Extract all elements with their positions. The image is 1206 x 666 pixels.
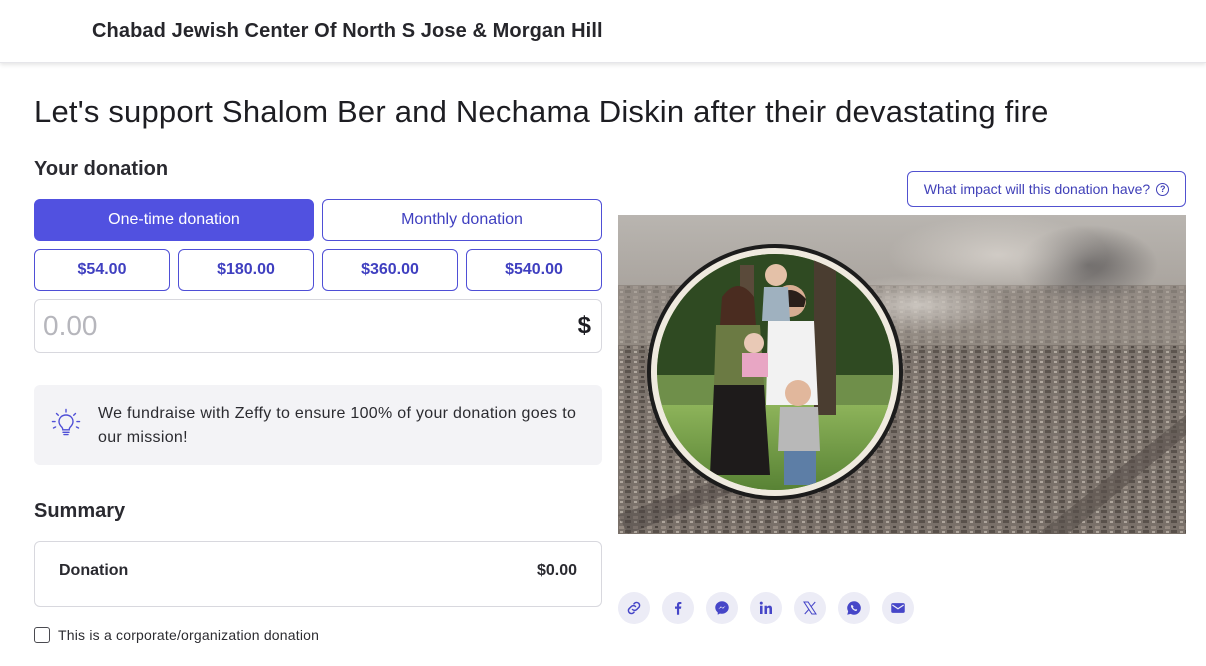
amount-option-button[interactable]: $180.00 <box>178 249 314 291</box>
one-time-donation-tab[interactable]: One-time donation <box>34 199 314 241</box>
zeffy-info-text: We fundraise with Zeffy to ensure 100% o… <box>98 405 577 446</box>
corporate-donation-checkbox[interactable] <box>34 627 50 643</box>
share-facebook-button[interactable] <box>662 592 694 624</box>
summary-heading: Summary <box>34 500 126 522</box>
amount-option-button[interactable]: $540.00 <box>466 249 602 291</box>
campaign-image <box>618 215 1186 534</box>
donation-heading: Your donation <box>34 158 169 180</box>
custom-amount-input[interactable] <box>43 306 543 346</box>
organization-name[interactable]: Chabad Jewish Center Of North S Jose & M… <box>92 20 603 43</box>
monthly-donation-tab[interactable]: Monthly donation <box>322 199 602 241</box>
messenger-icon <box>715 601 729 615</box>
amount-option-button[interactable]: $360.00 <box>322 249 458 291</box>
page-title: Let's support Shalom Ber and Nechama Dis… <box>34 94 1049 129</box>
email-icon <box>891 603 905 613</box>
whatsapp-icon <box>847 601 861 615</box>
linkedin-icon <box>759 601 772 614</box>
share-messenger-button[interactable] <box>706 592 738 624</box>
currency-symbol: $ <box>577 312 591 339</box>
custom-amount-field: $ <box>34 299 602 353</box>
summary-donation-value: $0.00 <box>536 562 577 579</box>
top-bar: Chabad Jewish Center Of North S Jose & M… <box>0 0 1206 63</box>
impact-info-button[interactable]: What impact will this donation have? ? <box>907 171 1186 207</box>
corporate-donation-row[interactable]: This is a corporate/organization donatio… <box>34 626 319 644</box>
lightbulb-icon <box>51 408 81 436</box>
share-linkedin-button[interactable] <box>750 592 782 624</box>
zeffy-info-box: We fundraise with Zeffy to ensure 100% o… <box>34 385 602 465</box>
facebook-icon <box>675 602 682 615</box>
amount-option-button[interactable]: $54.00 <box>34 249 170 291</box>
share-x-button[interactable] <box>794 592 826 624</box>
help-circle-icon: ? <box>1156 182 1170 196</box>
summary-box: Donation $0.00 <box>34 541 602 607</box>
x-icon <box>803 601 817 615</box>
share-buttons <box>618 592 914 624</box>
share-whatsapp-button[interactable] <box>838 592 870 624</box>
copy-link-button[interactable] <box>618 592 650 624</box>
share-email-button[interactable] <box>882 592 914 624</box>
link-icon <box>627 601 641 615</box>
corporate-donation-label: This is a corporate/organization donatio… <box>58 627 320 643</box>
impact-info-label: What impact will this donation have? <box>923 181 1151 197</box>
summary-donation-label: Donation <box>59 562 129 579</box>
